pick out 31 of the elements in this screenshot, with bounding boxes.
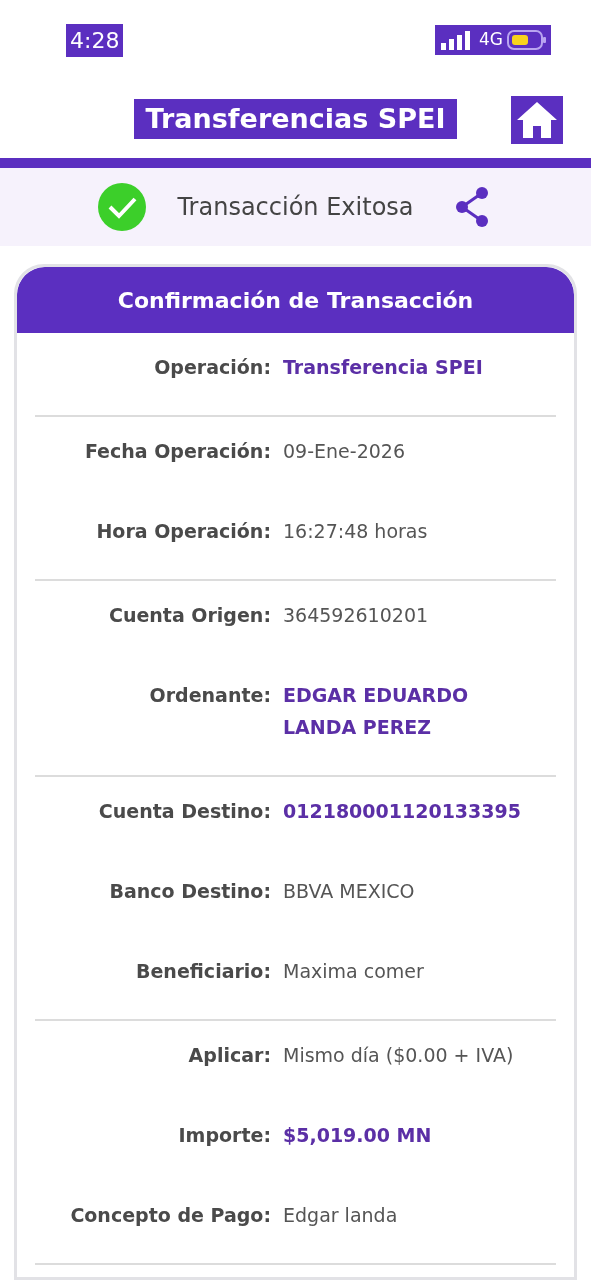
field-label: Beneficiario: (135, 959, 271, 984)
field-label: Fecha Operación: (83, 439, 271, 464)
field-label: Concepto de Pago: (69, 1203, 271, 1228)
card-title: Confirmación de Transacción (17, 267, 574, 333)
field-value: 364592610201 (283, 603, 430, 628)
status-time: 4:28 (66, 23, 124, 57)
field-value: EDGAR EDUARDO LANDA PEREZ (283, 683, 470, 740)
field-value: $5,019.00 MN (283, 1123, 433, 1148)
field-label: Operación: (153, 355, 271, 380)
page-title: Transferencias SPEI (133, 98, 458, 140)
field-label: Hora Operación: (95, 519, 271, 544)
home-button[interactable] (511, 96, 563, 144)
field-value: Transferencia SPEI (283, 355, 484, 380)
field-label: Ordenante: (148, 683, 271, 708)
success-message: Transacción Exitosa (177, 192, 414, 223)
battery-icon (507, 29, 547, 51)
field-label: Banco Destino: (108, 879, 271, 904)
field-label: Cuenta Origen: (107, 603, 271, 628)
field-value: Mismo día ($0.00 + IVA) (283, 1043, 515, 1068)
home-icon (515, 100, 559, 140)
field-label: Aplicar: (187, 1043, 271, 1068)
success-check-icon (97, 182, 148, 232)
network-type: 4G (479, 28, 503, 52)
field-label: Cuenta Destino: (97, 799, 271, 824)
field-value: 012180001120133395 (283, 799, 522, 824)
field-value: 16:27:48 horas (283, 519, 429, 544)
field-label: Importe: (177, 1123, 271, 1148)
field-value: 09-Ene-2026 (283, 439, 406, 464)
field-value: Edgar landa (283, 1203, 399, 1228)
field-value: BBVA MEXICO (283, 879, 416, 904)
field-value: Maxima comer (283, 959, 425, 984)
